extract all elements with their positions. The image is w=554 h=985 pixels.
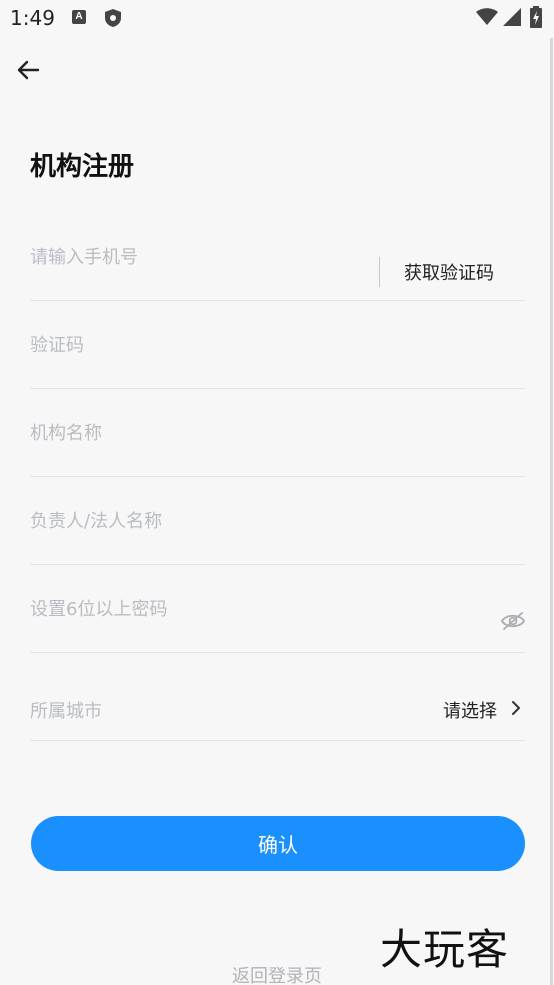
divider bbox=[379, 257, 380, 287]
password-field-row bbox=[30, 565, 526, 653]
password-input[interactable] bbox=[30, 565, 360, 653]
code-field-row bbox=[30, 301, 525, 389]
scrollbar[interactable] bbox=[550, 38, 553, 985]
return-to-login-link[interactable]: 返回登录页 bbox=[0, 962, 554, 985]
arrow-left-icon bbox=[14, 60, 42, 88]
get-code-button[interactable]: 获取验证码 bbox=[404, 259, 494, 285]
city-field-row[interactable]: 所属城市 请选择 bbox=[30, 653, 525, 741]
status-bar: 1:49 A bbox=[0, 0, 554, 38]
legal-person-input[interactable] bbox=[30, 477, 360, 565]
page-title: 机构注册 bbox=[30, 152, 135, 182]
confirm-button[interactable]: 确认 bbox=[31, 816, 525, 871]
phone-input[interactable] bbox=[30, 213, 360, 301]
verification-code-input[interactable] bbox=[30, 301, 360, 389]
shield-icon bbox=[104, 8, 122, 32]
city-select[interactable]: 请选择 bbox=[443, 697, 521, 723]
legal-person-field-row bbox=[30, 477, 525, 565]
notification-a-icon: A bbox=[72, 10, 86, 24]
signal-icon bbox=[503, 8, 521, 30]
city-label: 所属城市 bbox=[30, 701, 102, 722]
org-name-field-row bbox=[30, 389, 525, 477]
back-button[interactable] bbox=[14, 56, 44, 84]
city-select-text: 请选择 bbox=[443, 701, 497, 722]
status-time: 1:49 bbox=[10, 6, 55, 30]
eye-off-icon[interactable] bbox=[500, 611, 526, 635]
org-name-input[interactable] bbox=[30, 389, 360, 477]
wifi-icon bbox=[476, 8, 498, 30]
battery-icon bbox=[530, 6, 542, 32]
phone-field-row: 获取验证码 bbox=[30, 213, 525, 301]
chevron-right-icon bbox=[511, 700, 521, 721]
